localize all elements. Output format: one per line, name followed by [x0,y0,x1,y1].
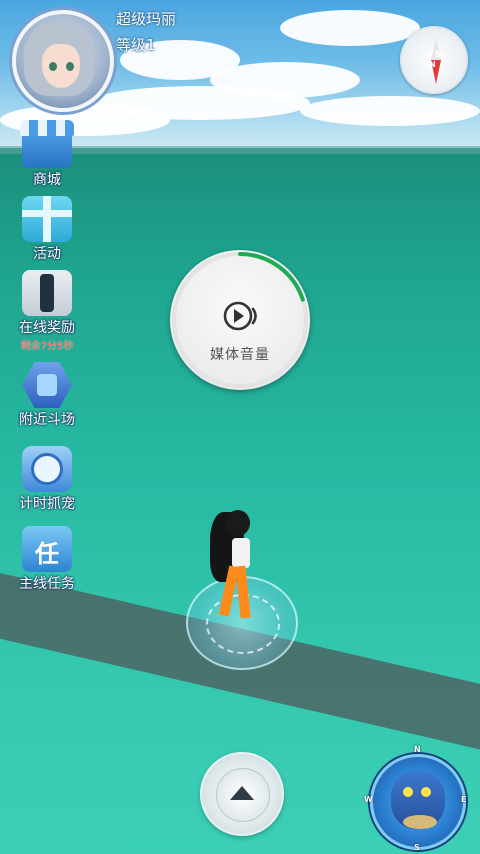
player-name: 超级玛丽 [116,10,177,28]
media-volume-popup[interactable]: 媒体音量 [170,250,310,390]
online-reward-countdown: 剩余7分5秒 [20,341,74,352]
pet-radar-button[interactable]: N E S W [364,745,467,852]
main-quest-glyph: 任 [35,540,59,568]
play-sound-icon [223,301,257,331]
menu-main-quest-label: 主线任务 [19,576,75,592]
move-forward-button[interactable] [200,752,284,836]
menu-timer-catch-label: 计时抓宠 [19,496,75,512]
gift-icon [22,196,72,242]
up-arrow-icon [230,786,254,800]
main-quest-icon: 任 [22,526,72,572]
radar-north-label: N [414,745,421,754]
player-level: 等级1 [116,36,156,54]
menu-event-label: 活动 [33,246,61,262]
online-reward-icon [22,270,72,316]
radar-east-label: E [461,795,467,804]
menu-arena-button[interactable]: 附近斗场 [12,362,82,429]
compass-icon[interactable]: S N [400,26,468,94]
media-volume-label: 媒体音量 [210,347,270,363]
player-character[interactable] [206,508,266,638]
timer-catch-icon [22,446,72,492]
menu-timer-catch-button[interactable]: 计时抓宠 [12,446,82,513]
player-avatar[interactable] [12,10,114,112]
shop-icon [20,120,74,168]
menu-arena-label: 附近斗场 [19,412,75,428]
compass-north-label: N [429,60,436,69]
menu-event-button[interactable]: 活动 [12,196,82,263]
radar-south-label: S [414,843,420,852]
menu-online-reward-label: 在线奖励 [19,320,75,336]
radar-west-label: W [364,795,373,804]
menu-main-quest-button[interactable]: 任 主线任务 [12,526,82,593]
compass-south-label: S [435,50,441,59]
menu-online-reward-button[interactable]: 在线奖励 剩余7分5秒 [12,270,82,352]
arena-icon [22,362,72,408]
menu-shop-button[interactable]: 商城 [12,120,82,189]
menu-shop-label: 商城 [33,172,61,188]
